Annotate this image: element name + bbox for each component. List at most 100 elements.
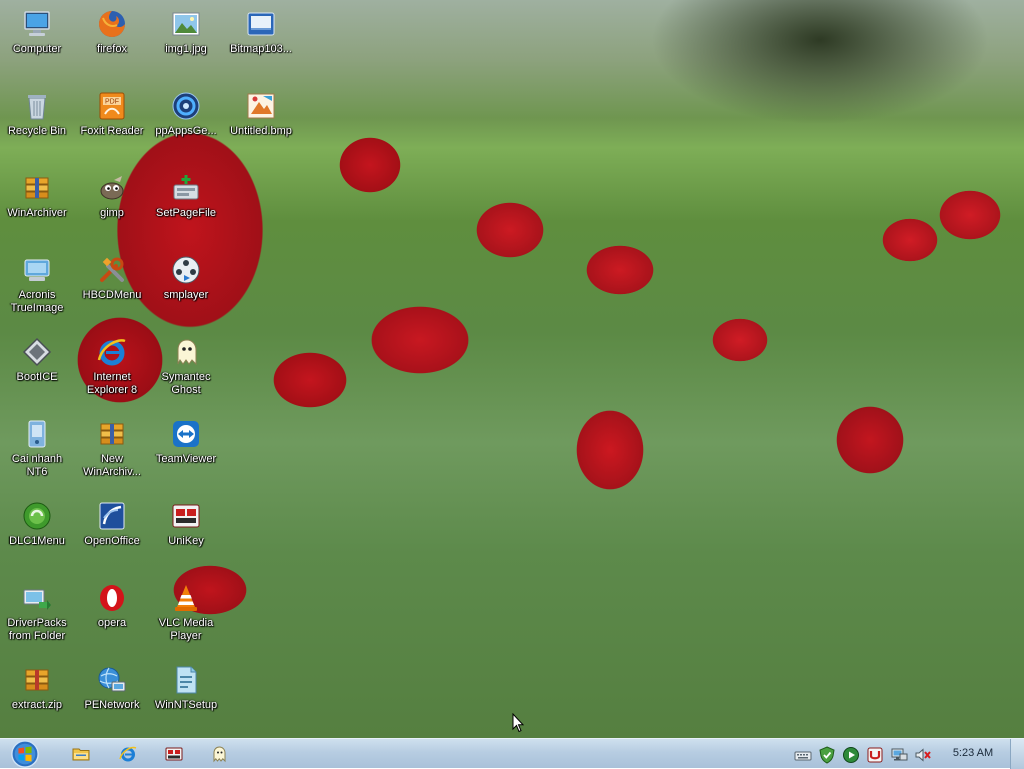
tools-icon — [96, 254, 128, 286]
desktop-icon-acronis[interactable]: Acronis TrueImage — [0, 252, 74, 332]
desktop-icon-penetwork[interactable]: PENetwork — [75, 662, 149, 738]
desktop-icon-smplayer[interactable]: smplayer — [149, 252, 223, 332]
start-button[interactable] — [6, 739, 44, 769]
recycle-bin-icon — [21, 90, 53, 122]
boot-tool-icon — [21, 336, 53, 368]
openoffice-icon — [96, 500, 128, 532]
svg-text:PDF: PDF — [105, 99, 119, 106]
unikey-icon — [165, 747, 183, 761]
tray-volume[interactable] — [914, 746, 932, 764]
taskbar-internet-explorer-button[interactable] — [117, 743, 139, 765]
desktop-icon-bitmap103[interactable]: Bitmap103... — [224, 6, 298, 86]
desktop-icon-bootice[interactable]: BootICE — [0, 334, 74, 414]
opera-icon — [96, 582, 128, 614]
desktop-icon-extract-zip[interactable]: extract.zip — [0, 662, 74, 738]
volume-muted-icon — [915, 748, 931, 762]
gimp-icon — [96, 172, 128, 204]
desktop-icon-firefox[interactable]: firefox — [75, 6, 149, 86]
tray-keyboard[interactable] — [794, 746, 812, 764]
desktop-icon-recycle-bin[interactable]: Recycle Bin — [0, 88, 74, 168]
desktop-icon-foxit-reader[interactable]: PDF Foxit Reader — [75, 88, 149, 168]
desktop-icon-symantec-ghost[interactable]: Symantec Ghost — [149, 334, 223, 414]
desktop-icon-openoffice[interactable]: OpenOffice — [75, 498, 149, 578]
desktop-icon-computer[interactable]: Computer — [0, 6, 74, 86]
desktop-icon-winntsetup[interactable]: WinNTSetup — [149, 662, 223, 738]
desktop-icon-label: extract.zip — [11, 699, 63, 711]
desktop-icon-cai-nhanh[interactable]: Cai nhanh NT6 — [0, 416, 74, 496]
media-play-icon — [843, 747, 859, 763]
setup-icon — [170, 664, 202, 696]
desktop-icon-label: Acronis TrueImage — [10, 289, 64, 314]
taskbar-ghost-button[interactable] — [208, 743, 230, 765]
desktop-icon-label: OpenOffice — [84, 535, 140, 547]
desktop-icon-dlc1menu[interactable]: DLC1Menu — [0, 498, 74, 578]
desktop-icon-label: UniKey — [168, 535, 204, 547]
tray-network[interactable] — [890, 746, 908, 764]
tray-media-player[interactable] — [842, 746, 860, 764]
taskbar-unikey-button[interactable] — [163, 743, 185, 765]
windows-logo-icon — [11, 740, 39, 768]
setup-tool-icon — [170, 172, 202, 204]
desktop-icon-label: Symantec Ghost — [161, 371, 211, 396]
computer-icon — [21, 8, 53, 40]
explorer-icon — [72, 748, 90, 761]
zip-file-icon — [21, 664, 53, 696]
tray-security[interactable] — [818, 746, 836, 764]
desktop-icon-label: HBCDMenu — [82, 289, 142, 301]
desktop-icon-label: WinArchiver — [7, 207, 67, 219]
desktop-icon-untitled-bmp[interactable]: Untitled.bmp — [224, 88, 298, 168]
unikey-icon — [170, 500, 202, 532]
desktop-icon-hbcdmenu[interactable]: HBCDMenu — [75, 252, 149, 332]
internet-explorer-icon — [119, 746, 137, 762]
desktop-icon-label: Bitmap103... — [230, 43, 292, 55]
desktop-icon-img1[interactable]: img1.jpg — [149, 6, 223, 86]
archive-icon — [21, 172, 53, 204]
desktop-icon-label: img1.jpg — [165, 43, 207, 55]
pdf-reader-icon: PDF — [96, 90, 128, 122]
keyboard-icon — [794, 751, 812, 761]
desktop-icon-label: Internet Explorer 8 — [86, 371, 138, 396]
installer-icon — [21, 418, 53, 450]
internet-explorer-icon — [96, 336, 128, 368]
desktop-icon-label: firefox — [97, 43, 127, 55]
vlc-icon — [170, 582, 202, 614]
desktop-icon-vlc[interactable]: VLC Media Player — [149, 580, 223, 660]
desktop-icon-label: PENetwork — [84, 699, 140, 711]
taskbar-explorer-button[interactable] — [70, 743, 92, 765]
desktop-icon-new-winarchiver[interactable]: New WinArchiv... — [75, 416, 149, 496]
desktop-icon-internet-explorer[interactable]: Internet Explorer 8 — [75, 334, 149, 414]
image-file-icon — [170, 8, 202, 40]
taskbar-clock[interactable]: 5:23 AM — [944, 747, 1002, 759]
desktop-icon-driverpacks[interactable]: DriverPacks from Folder — [0, 580, 74, 660]
desktop-icon-ppappsge[interactable]: ppAppsGe... — [149, 88, 223, 168]
desktop-icon-label: Foxit Reader — [80, 125, 144, 137]
desktop-icon-label: smplayer — [163, 289, 209, 301]
desktop[interactable]: Computer Recycle Bin WinArchiver Acronis… — [0, 0, 1024, 738]
desktop-icon-setpagefile[interactable]: SetPageFile — [149, 170, 223, 250]
ghost-icon — [170, 336, 202, 368]
network-status-icon — [891, 748, 908, 761]
archive-file-icon — [96, 418, 128, 450]
desktop-icon-label: New WinArchiv... — [83, 453, 141, 478]
mouse-cursor-icon — [512, 713, 524, 733]
teamviewer-icon — [170, 418, 202, 450]
firefox-icon — [96, 8, 128, 40]
desktop-icon-label: gimp — [100, 207, 124, 219]
desktop-icon-unikey[interactable]: UniKey — [149, 498, 223, 578]
bitmap-file-icon — [245, 8, 277, 40]
desktop-icon-winarchiver[interactable]: WinArchiver — [0, 170, 74, 250]
desktop-icon-label: VLC Media Player — [158, 617, 214, 642]
desktop-icon-label: Cai nhanh NT6 — [11, 453, 63, 478]
desktop-icon-label: SetPageFile — [156, 207, 216, 219]
desktop-icon-label: opera — [97, 617, 127, 629]
desktop-icon-opera[interactable]: opera — [75, 580, 149, 660]
network-icon — [96, 664, 128, 696]
show-desktop-button[interactable] — [1010, 739, 1024, 769]
desktop-icon-label: Computer — [12, 43, 62, 55]
tray-unikey[interactable] — [866, 746, 884, 764]
desktop-icon-label: DLC1Menu — [9, 535, 65, 547]
desktop-icon-teamviewer[interactable]: TeamViewer — [149, 416, 223, 496]
desktop-icon-gimp[interactable]: gimp — [75, 170, 149, 250]
ghost-icon — [213, 746, 226, 763]
desktop-icon-label: TeamViewer — [155, 453, 217, 465]
